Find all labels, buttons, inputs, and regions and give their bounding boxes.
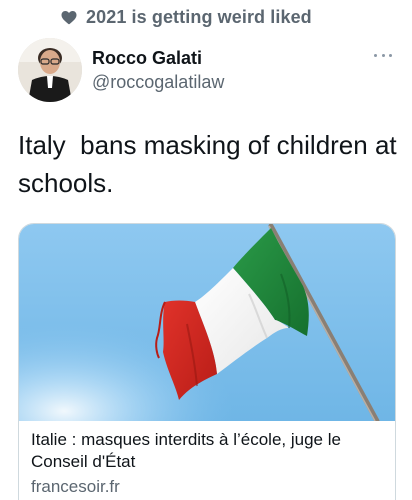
social-context[interactable]: 2021 is getting weird liked [60, 4, 312, 30]
author-handle[interactable]: @roccogalatilaw [92, 72, 224, 93]
card-image [19, 224, 395, 421]
tweet-text: Italy bans masking of children at school… [18, 130, 404, 198]
card-domain[interactable]: francesoir.fr [31, 476, 391, 498]
tweet-screen: 2021 is getting weird liked Rocco Galati… [0, 0, 412, 500]
author-name[interactable]: Rocco Galati [92, 48, 202, 69]
link-card[interactable]: Italie : masques interdits à l’école, ju… [18, 223, 396, 500]
avatar[interactable] [18, 38, 82, 102]
heart-icon [60, 8, 78, 26]
more-dot [374, 53, 377, 57]
more-dot [389, 53, 392, 57]
card-title[interactable]: Italie : masques interdits à l’école, ju… [31, 429, 391, 473]
more-dot [381, 53, 385, 57]
card-body: Italie : masques interdits à l’école, ju… [31, 429, 391, 498]
social-context-label: 2021 is getting weird liked [86, 6, 312, 27]
more-options-icon[interactable] [374, 50, 392, 60]
